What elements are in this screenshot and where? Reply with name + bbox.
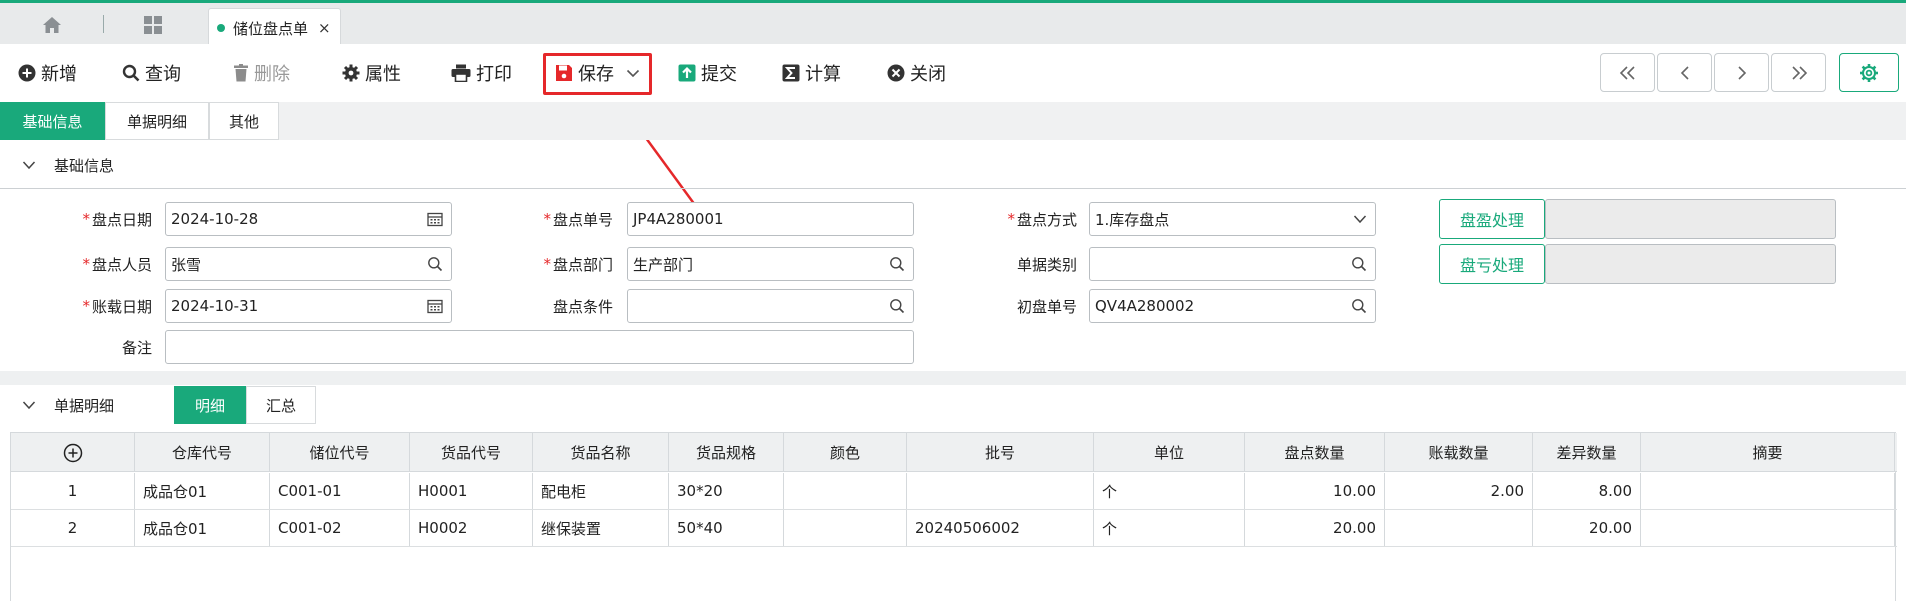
count-method-label: * 盘点方式 <box>1007 210 1077 229</box>
plus-circle-icon <box>63 443 82 462</box>
cell-item-spec[interactable]: 50*40 <box>669 510 784 546</box>
search-icon[interactable] <box>427 256 443 272</box>
counter-label: * 盘点人员 <box>82 255 152 274</box>
col-book-qty[interactable]: 账载数量 <box>1385 433 1533 472</box>
cell-memo[interactable] <box>1641 510 1895 546</box>
gain-process-field <box>1545 199 1836 239</box>
tab-other[interactable]: 其他 <box>209 102 279 140</box>
calendar-icon[interactable] <box>427 298 443 314</box>
book-date-field[interactable]: 2024-10-31 <box>165 289 452 323</box>
gain-process-button[interactable]: 盘盈处理 <box>1439 199 1545 239</box>
cell-location[interactable]: C001-02 <box>270 510 410 546</box>
col-count-qty[interactable]: 盘点数量 <box>1245 433 1385 472</box>
col-item-name[interactable]: 货品名称 <box>533 433 669 472</box>
cell-item-name[interactable]: 继保装置 <box>533 510 669 546</box>
cell-color[interactable] <box>784 473 907 509</box>
chevron-down-icon <box>22 401 36 410</box>
basic-info-header[interactable]: 基础信息 <box>0 141 1906 189</box>
loss-process-button[interactable]: 盘亏处理 <box>1439 244 1545 284</box>
section-divider <box>0 188 1906 189</box>
cell-book-qty[interactable]: 2.00 <box>1385 473 1533 509</box>
cell-batch[interactable] <box>907 473 1094 509</box>
cell-unit[interactable]: 个 <box>1094 510 1245 546</box>
search-icon[interactable] <box>1351 256 1367 272</box>
cell-book-qty[interactable] <box>1385 510 1533 546</box>
search-icon[interactable] <box>889 256 905 272</box>
cell-count-qty[interactable]: 10.00 <box>1245 473 1385 509</box>
tab-detail[interactable]: 明细 <box>174 386 246 424</box>
count-method-select[interactable]: 1.库存盘点 <box>1089 202 1376 236</box>
count-no-label: * 盘点单号 <box>543 210 613 229</box>
cell-unit[interactable]: 个 <box>1094 473 1245 509</box>
section-title: 单据明细 <box>54 396 115 415</box>
col-color[interactable]: 颜色 <box>784 433 907 472</box>
cell-memo[interactable] <box>1641 473 1895 509</box>
row-number: 2 <box>11 510 135 546</box>
cell-count-qty[interactable]: 20.00 <box>1245 510 1385 546</box>
remark-field[interactable] <box>165 330 914 364</box>
doc-type-label: 单据类别 <box>1016 255 1077 274</box>
detail-grid: 仓库代号 储位代号 货品代号 货品名称 货品规格 颜色 批号 单位 盘点数量 账… <box>10 432 1897 601</box>
book-date-label: * 账载日期 <box>82 297 152 316</box>
count-date-label: * 盘点日期 <box>82 210 152 229</box>
grid-header: 仓库代号 储位代号 货品代号 货品名称 货品规格 颜色 批号 单位 盘点数量 账… <box>11 433 1897 472</box>
cell-warehouse[interactable]: 成品仓01 <box>135 510 270 546</box>
loss-process-field <box>1545 244 1836 284</box>
condition-field[interactable] <box>627 289 914 323</box>
cell-diff-qty[interactable]: 8.00 <box>1533 473 1641 509</box>
tab-summary[interactable]: 汇总 <box>246 386 316 424</box>
dept-label: * 盘点部门 <box>543 255 613 274</box>
cell-item-code[interactable]: H0002 <box>410 510 533 546</box>
cell-color[interactable] <box>784 510 907 546</box>
chevron-down-icon[interactable] <box>1353 214 1367 224</box>
remark-label: 备注 <box>121 338 152 357</box>
col-memo[interactable]: 摘要 <box>1641 433 1895 472</box>
doc-type-field[interactable] <box>1089 247 1376 281</box>
cell-item-code[interactable]: H0001 <box>410 473 533 509</box>
row-number: 1 <box>11 473 135 509</box>
cell-item-spec[interactable]: 30*20 <box>669 473 784 509</box>
search-icon[interactable] <box>1351 298 1367 314</box>
cell-diff-qty[interactable]: 20.00 <box>1533 510 1641 546</box>
count-no-field[interactable]: JP4A280001 <box>627 202 914 236</box>
condition-label: 盘点条件 <box>552 297 613 316</box>
initial-no-field[interactable]: QV4A280002 <box>1089 289 1376 323</box>
counter-field[interactable]: 张雪 <box>165 247 452 281</box>
search-icon[interactable] <box>889 298 905 314</box>
dept-field[interactable]: 生产部门 <box>627 247 914 281</box>
cell-warehouse[interactable]: 成品仓01 <box>135 473 270 509</box>
calendar-icon[interactable] <box>427 211 443 227</box>
col-warehouse[interactable]: 仓库代号 <box>135 433 270 472</box>
count-date-field[interactable]: 2024-10-28 <box>165 202 452 236</box>
col-location[interactable]: 储位代号 <box>270 433 410 472</box>
add-row-button[interactable] <box>11 433 135 472</box>
col-item-spec[interactable]: 货品规格 <box>669 433 784 472</box>
section-title: 基础信息 <box>54 156 115 175</box>
cell-batch[interactable]: 20240506002 <box>907 510 1094 546</box>
col-diff-qty[interactable]: 差异数量 <box>1533 433 1641 472</box>
col-batch[interactable]: 批号 <box>907 433 1094 472</box>
row-divider <box>11 546 1897 547</box>
col-item-code[interactable]: 货品代号 <box>410 433 533 472</box>
tab-basic-info[interactable]: 基础信息 <box>0 102 105 140</box>
cell-location[interactable]: C001-01 <box>270 473 410 509</box>
tab-doc-detail[interactable]: 单据明细 <box>105 102 209 140</box>
chevron-down-icon <box>22 161 36 170</box>
initial-no-label: 初盘单号 <box>1016 297 1077 316</box>
cell-item-name[interactable]: 配电柜 <box>533 473 669 509</box>
section-tabs: 基础信息 单据明细 其他 <box>0 102 1906 140</box>
col-unit[interactable]: 单位 <box>1094 433 1245 472</box>
